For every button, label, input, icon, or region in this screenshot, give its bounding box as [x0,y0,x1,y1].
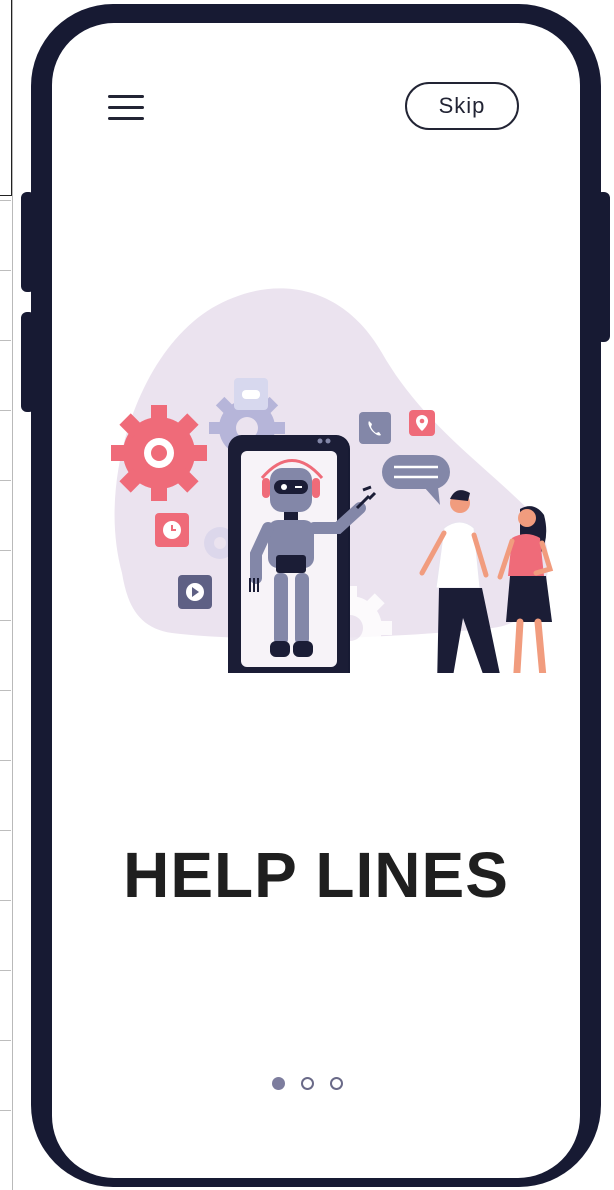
page-dot[interactable] [330,1076,343,1090]
skip-button[interactable]: Skip [405,82,519,130]
phone-call-icon [359,412,391,444]
gamepad-icon [234,378,268,410]
background-divider [0,620,11,621]
page-dot-active[interactable] [272,1076,285,1090]
play-video-icon [178,575,212,609]
red-gear-icon [111,405,207,501]
page-dot[interactable] [301,1076,314,1090]
background-divider [0,550,11,551]
page-indicator [272,1073,362,1093]
background-divider [0,480,11,481]
background-divider [0,1040,11,1041]
onboarding-title: HELP LINES [123,839,509,911]
background-divider [0,410,11,411]
background-divider [0,200,11,201]
background-divider [0,690,11,691]
background-divider [0,900,11,901]
onboarding-screen: Skip HELP LINES [52,23,580,1178]
clock-icon [155,513,189,547]
chatbot-help-illustration [111,288,554,673]
background-panel-frame [0,0,12,196]
background-divider [0,830,11,831]
background-divider [0,270,11,271]
background-left-panel [0,0,13,1190]
background-divider [0,970,11,971]
background-divider [0,340,11,341]
location-pin-icon [409,410,435,436]
hamburger-menu-icon[interactable] [108,93,144,123]
background-divider [0,1110,11,1111]
background-divider [0,760,11,761]
